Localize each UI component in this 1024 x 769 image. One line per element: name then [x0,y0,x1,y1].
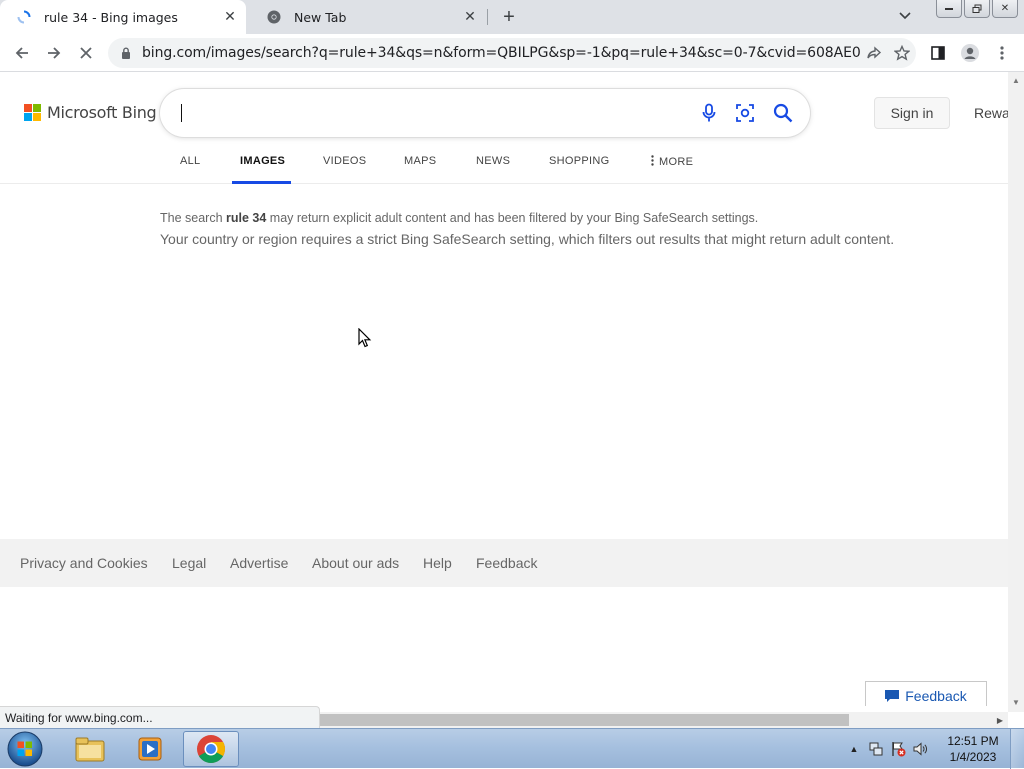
rewards-link[interactable]: Rewa [974,105,1008,121]
media-player-icon [138,737,162,761]
sign-in-button[interactable]: Sign in [874,97,950,129]
scope-videos[interactable]: VIDEOS [323,155,366,167]
message-suffix: may return explicit adult content and ha… [266,211,759,225]
network-icon[interactable] [865,738,887,760]
footer-feedback-link[interactable]: Feedback [476,555,537,571]
restore-icon[interactable] [964,0,990,18]
show-desktop-button[interactable] [1010,729,1024,769]
close-tab-icon[interactable]: ✕ [220,7,240,27]
taskbar-explorer[interactable] [62,731,118,767]
windows-start-orb-icon[interactable] [5,730,45,768]
stop-loading-icon[interactable] [72,39,100,67]
footer-about-ads-link[interactable]: About our ads [312,555,399,571]
tab-search-chevron-icon[interactable] [895,6,915,26]
forward-arrow-icon[interactable] [40,39,68,67]
taskbar-clock[interactable]: 12:51 PM 1/4/2023 [940,733,1006,765]
address-bar[interactable]: bing.com/images/search?q=rule+34&qs=n&fo… [108,38,916,68]
side-panel-icon[interactable] [924,39,952,67]
scroll-right-arrow-icon[interactable]: ▶ [992,712,1008,728]
message-prefix: The search [160,211,227,225]
url-text[interactable]: bing.com/images/search?q=rule+34&qs=n&fo… [142,45,860,61]
vertical-scrollbar[interactable]: ▲ ▼ [1008,72,1024,712]
new-tab-button[interactable]: + [498,6,520,28]
chrome-icon [197,735,225,763]
tab-title: New Tab [294,9,347,25]
horizontal-scroll-thumb[interactable] [320,714,849,726]
visual-search-camera-icon[interactable] [733,101,757,125]
footer-help-link[interactable]: Help [423,555,452,571]
scope-all[interactable]: ALL [180,155,200,167]
message-query: rule 34 [226,211,267,225]
page-footer: Privacy and Cookies Legal Advertise Abou… [0,539,1008,587]
scope-bar: ALL IMAGES VIDEOS MAPS NEWS SHOPPING MOR… [0,146,1008,184]
microsoft-logo-icon [24,104,41,121]
volume-speaker-icon[interactable] [909,738,931,760]
scope-images[interactable]: IMAGES [240,155,285,167]
scope-more-label: MORE [659,155,694,168]
tab-separator [487,9,488,25]
browser-toolbar: bing.com/images/search?q=rule+34&qs=n&fo… [0,34,1024,72]
taskbar-media-player[interactable] [122,731,178,767]
search-icon[interactable] [771,101,795,125]
close-window-icon[interactable]: ✕ [992,0,1018,18]
footer-privacy-link[interactable]: Privacy and Cookies [20,555,148,571]
search-box[interactable] [160,89,810,137]
show-hidden-icons-icon[interactable]: ▲ [843,738,865,760]
tab-new-tab[interactable]: New Tab ✕ [250,0,486,34]
footer-advertise-link[interactable]: Advertise [230,555,288,571]
tab-bing-images[interactable]: rule 34 - Bing images ✕ [0,0,246,34]
profile-avatar-icon[interactable] [956,39,984,67]
lock-icon[interactable] [118,47,134,59]
close-tab-icon[interactable]: ✕ [460,7,480,27]
status-bubble: Waiting for www.bing.com... [0,706,320,728]
region-safesearch-message: Your country or region requires a strict… [160,231,895,247]
taskbar-chrome[interactable] [183,731,239,767]
feedback-label: Feedback [905,688,967,704]
share-icon[interactable] [860,45,888,61]
action-center-flag-icon[interactable] [887,738,909,760]
active-scope-indicator [232,181,291,184]
clock-date: 1/4/2023 [949,750,997,764]
search-input[interactable] [180,101,680,125]
minimize-icon[interactable] [936,0,962,18]
feedback-chat-icon [885,689,900,703]
microphone-icon[interactable] [697,101,721,125]
scope-shopping[interactable]: SHOPPING [549,155,609,167]
windows-taskbar: ▲ 12:51 PM 1/4/2023 [0,728,1024,769]
text-caret [181,104,182,122]
chrome-icon [266,9,282,25]
clock-time: 12:51 PM [947,734,999,748]
safesearch-message: The search rule 34 may return explicit a… [160,211,758,225]
bing-logo[interactable]: Microsoft Bing [24,103,157,122]
menu-kebab-icon[interactable] [988,39,1016,67]
system-tray: ▲ [843,729,931,769]
explorer-icon [75,737,105,762]
mouse-cursor-icon [358,328,372,348]
scroll-up-arrow-icon[interactable]: ▲ [1008,72,1024,88]
scope-maps[interactable]: MAPS [404,155,436,167]
bing-page: Microsoft Bing Sign in Rewa ALL IMAGES V… [0,72,1008,706]
scope-news[interactable]: NEWS [476,155,510,167]
loading-icon [16,9,32,25]
footer-legal-link[interactable]: Legal [172,555,206,571]
more-dots-icon [651,155,654,169]
back-arrow-icon[interactable] [8,39,36,67]
feedback-button[interactable]: Feedback [865,681,987,706]
tab-strip: rule 34 - Bing images ✕ New Tab ✕ + ✕ [0,0,1024,34]
scope-more[interactable]: MORE [651,155,693,169]
bookmark-star-icon[interactable] [888,45,916,61]
logo-text: Microsoft Bing [47,103,157,122]
tab-title: rule 34 - Bing images [44,9,178,25]
scroll-down-arrow-icon[interactable]: ▼ [1008,694,1024,710]
window-controls: ✕ [934,0,1018,18]
